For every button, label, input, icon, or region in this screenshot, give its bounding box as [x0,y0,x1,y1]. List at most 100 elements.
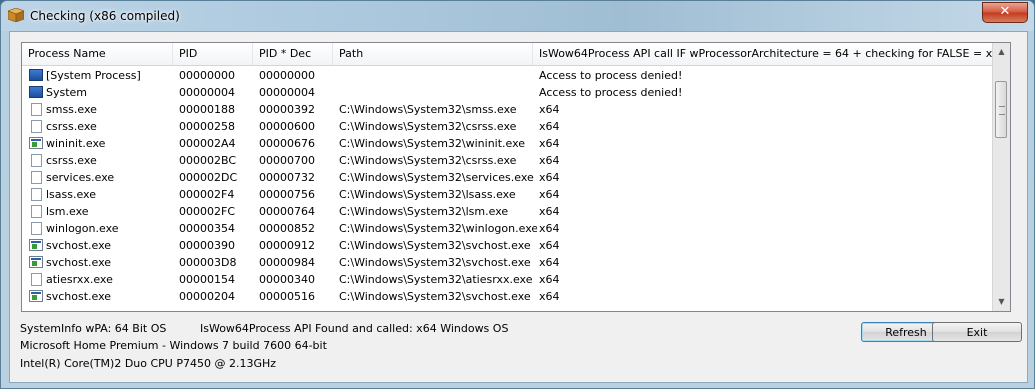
app-icon [8,8,24,22]
path-cell: C:\Windows\System32\lsass.exe [339,188,516,201]
doc-icon [31,273,42,286]
iswow64-result-cell: x64 [539,222,560,235]
list-header: Process Name PID PID * Dec Path IsWow64P… [22,43,1005,66]
proc-icon [29,86,43,98]
pid-dec-cell: 00000732 [259,171,315,184]
column-header-pid-dec[interactable]: PID * Dec [253,43,333,65]
process-name-cell: wininit.exe [46,137,106,150]
table-row[interactable]: atiesrxx.exe 00000154 00000340 C:\Windows\S… [22,271,1005,288]
vertical-scrollbar[interactable]: ▲ ▼ [992,43,1010,311]
path-cell: C:\Windows\System32\wininit.exe [339,137,526,150]
path-cell: C:\Windows\System32\svchost.exe [339,239,531,252]
os-info-text: Microsoft Home Premium - Windows 7 build… [20,339,327,352]
process-name-cell: lsm.exe [46,205,89,218]
process-name-cell: csrss.exe [46,154,97,167]
column-header-iswow64[interactable]: IsWow64Process API call IF wProcessorArc… [533,43,1005,65]
pid-dec-cell: 00000852 [259,222,315,235]
pid-cell: 00000390 [179,239,235,252]
path-cell: C:\Windows\System32\csrss.exe [339,154,517,167]
iswow64-status-text: IsWow64Process API Found and called: x64… [200,322,509,335]
app-window: Checking (x86 compiled) ✕ Process Name P… [0,0,1035,389]
iswow64-result-cell: x64 [539,205,560,218]
pid-cell: 000003D8 [179,256,237,269]
pid-cell: 000002F4 [179,188,235,201]
pid-cell: 000002A4 [179,137,236,150]
iswow64-result-cell: Access to process denied! [539,69,683,82]
pid-cell: 00000354 [179,222,235,235]
scroll-down-arrow-icon[interactable]: ▼ [994,294,1009,310]
sysinfo-text: SystemInfo wPA: 64 Bit OS [20,322,167,335]
process-name-cell: csrss.exe [46,120,97,133]
iswow64-result-cell: x64 [539,188,560,201]
pid-cell: 000002BC [179,154,237,167]
doc-icon [31,188,42,201]
table-row[interactable]: wininit.exe 000002A4 00000676 C:\Windows\Sy… [22,135,1005,152]
process-name-cell: winlogon.exe [46,222,119,235]
pid-cell: 00000188 [179,103,235,116]
table-row[interactable]: csrss.exe 00000258 00000600 C:\Windows\Syst… [22,118,1005,135]
scroll-thumb[interactable] [995,81,1007,138]
path-cell: C:\Windows\System32\services.exe [339,171,534,184]
window-icon [29,137,43,149]
path-cell: C:\Windows\System32\csrss.exe [339,120,517,133]
doc-icon [31,103,42,116]
path-cell: C:\Windows\System32\smss.exe [339,103,517,116]
process-name-cell: lsass.exe [46,188,96,201]
scroll-up-arrow-icon[interactable]: ▲ [994,44,1009,60]
process-name-cell: svchost.exe [46,290,112,303]
pid-dec-cell: 00000392 [259,103,315,116]
table-row[interactable]: System 00000004 00000004 Access to process … [22,84,1005,101]
path-cell: C:\Windows\System32\svchost.exe [339,256,531,269]
iswow64-result-cell: Access to process denied! [539,86,683,99]
path-cell [339,84,537,101]
pid-dec-cell: 00000004 [259,86,315,99]
process-name-cell: svchost.exe [46,239,112,252]
pid-dec-cell: 00000600 [259,120,315,133]
pid-cell: 00000000 [179,69,235,82]
table-row[interactable]: services.exe 000002DC 00000732 C:\Windows\S… [22,169,1005,186]
column-header-path[interactable]: Path [333,43,533,65]
pid-dec-cell: 00000700 [259,154,315,167]
table-row[interactable]: lsm.exe 000002FC 00000764 C:\Windows\System… [22,203,1005,220]
path-cell: C:\Windows\System32\lsm.exe [339,205,509,218]
table-row[interactable]: lsass.exe 000002F4 00000756 C:\Windows\Syst… [22,186,1005,203]
iswow64-result-cell: x64 [539,120,560,133]
table-row[interactable]: svchost.exe 00000390 00000912 C:\Windows\Sy… [22,237,1005,254]
pid-dec-cell: 00000756 [259,188,315,201]
process-name-cell: atiesrxx.exe [46,273,113,286]
pid-dec-cell: 00000340 [259,273,315,286]
pid-cell: 000002FC [179,205,235,218]
iswow64-result-cell: x64 [539,154,560,167]
window-icon [29,239,43,251]
column-header-process-name[interactable]: Process Name [22,43,173,65]
pid-cell: 000002DC [179,171,238,184]
pid-cell: 00000258 [179,120,235,133]
process-list[interactable]: Process Name PID PID * Dec Path IsWow64P… [21,42,1011,312]
table-row[interactable]: smss.exe 00000188 00000392 C:\Windows\Syste… [22,101,1005,118]
iswow64-result-cell: x64 [539,239,560,252]
doc-icon [31,222,42,235]
exit-button[interactable]: Exit [932,322,1022,342]
iswow64-result-cell: x64 [539,290,560,303]
doc-icon [31,154,42,167]
iswow64-result-cell: x64 [539,137,560,150]
pid-dec-cell: 00000676 [259,137,315,150]
table-row[interactable]: svchost.exe 000003D8 00000984 C:\Windows\Sy… [22,254,1005,271]
close-button[interactable]: ✕ [982,2,1028,23]
process-name-cell: System [46,86,88,99]
process-name-cell: services.exe [46,171,115,184]
window-icon [29,290,43,302]
table-row[interactable]: svchost.exe 00000204 00000516 C:\Windows\Sy… [22,288,1005,305]
window-title: Checking (x86 compiled) [30,9,180,23]
client-area: Process Name PID PID * Dec Path IsWow64P… [9,31,1028,383]
title-bar[interactable]: Checking (x86 compiled) ✕ [1,1,1034,31]
table-row[interactable]: [System Process] 00000000 00000000 Access t… [22,67,1005,84]
doc-icon [31,171,42,184]
pid-dec-cell: 00000912 [259,239,315,252]
table-row[interactable]: winlogon.exe 00000354 00000852 C:\Windows\S… [22,220,1005,237]
column-header-pid[interactable]: PID [173,43,253,65]
path-cell: C:\Windows\System32\winlogon.exe [339,222,537,235]
pid-dec-cell: 00000764 [259,205,315,218]
path-cell [339,67,537,84]
table-row[interactable]: csrss.exe 000002BC 00000700 C:\Windows\Syst… [22,152,1005,169]
